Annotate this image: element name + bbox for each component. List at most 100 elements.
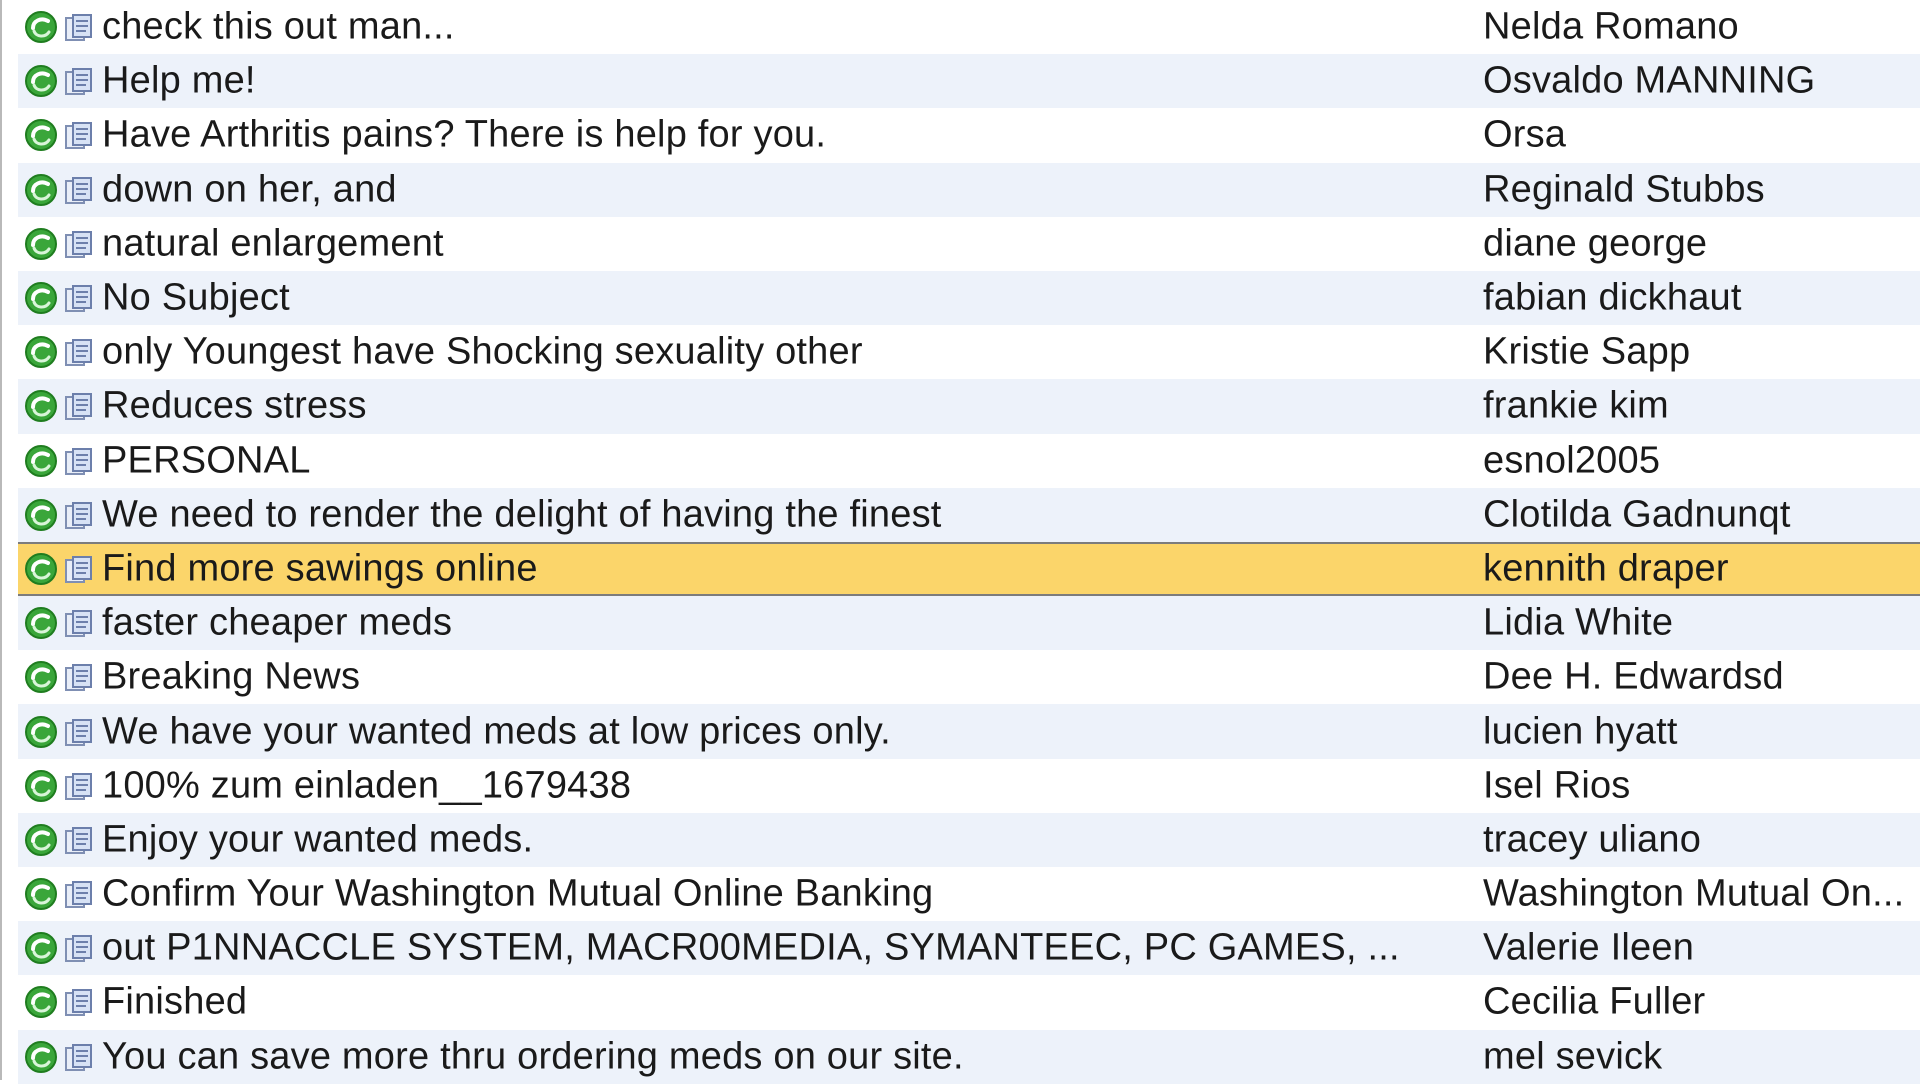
message-row[interactable]: out P1NNACCLE SYSTEM, MACR00MEDIA, SYMAN… [18, 921, 1920, 976]
message-sender: mel sevick [1483, 1035, 1663, 1078]
message-sender: Dee H. Edwardsd [1483, 655, 1784, 698]
message-row[interactable]: Have Arthritis pains? There is help for … [18, 108, 1920, 163]
mail-status-icon [24, 389, 58, 423]
message-row[interactable]: You can save more thru ordering meds on … [18, 1029, 1920, 1084]
document-icon [62, 553, 94, 585]
message-row[interactable]: Finished Cecilia Fuller [18, 975, 1920, 1030]
document-icon [62, 824, 94, 856]
message-subject: check this out man... [102, 5, 455, 48]
mail-status-icon [24, 118, 58, 152]
message-sender: frankie kim [1483, 384, 1669, 427]
document-icon [62, 770, 94, 802]
mail-status-icon [24, 552, 58, 586]
message-row[interactable]: Breaking News Dee H. Edwardsd [18, 650, 1920, 705]
document-icon [62, 1041, 94, 1073]
message-row[interactable]: No Subject fabian dickhaut [18, 270, 1920, 326]
message-subject: faster cheaper meds [102, 601, 453, 644]
document-icon [62, 65, 94, 97]
message-subject: out P1NNACCLE SYSTEM, MACR00MEDIA, SYMAN… [102, 926, 1400, 969]
message-sender: Isel Rios [1483, 764, 1631, 807]
document-icon [62, 986, 94, 1018]
message-subject: Enjoy your wanted meds. [102, 818, 534, 861]
message-row[interactable]: check this out man... Nelda Romano [18, 0, 1920, 55]
document-icon [62, 11, 94, 43]
mail-status-icon [24, 985, 58, 1019]
message-subject: No Subject [102, 276, 290, 319]
document-icon [62, 228, 94, 260]
message-list-pane: check this out man... Nelda Romano Help … [0, 0, 1920, 1084]
document-icon [62, 336, 94, 368]
mail-status-icon [24, 877, 58, 911]
message-subject: We have your wanted meds at low prices o… [102, 710, 891, 753]
document-icon [62, 390, 94, 422]
message-sender: lucien hyatt [1483, 710, 1678, 753]
message-row-selected[interactable]: Find more sawings online kennith draper [18, 541, 1920, 597]
message-sender: diane george [1483, 222, 1708, 265]
mail-status-icon [24, 227, 58, 261]
message-row[interactable]: 100% zum einladen__1679438 Isel Rios [18, 758, 1920, 813]
document-icon [62, 661, 94, 693]
mail-status-icon [24, 823, 58, 857]
document-icon [62, 932, 94, 964]
message-sender: Reginald Stubbs [1483, 168, 1765, 211]
message-subject: Confirm Your Washington Mutual Online Ba… [102, 872, 934, 915]
message-row[interactable]: faster cheaper meds Lidia White [18, 596, 1920, 651]
message-subject: down on her, and [102, 168, 397, 211]
message-list: check this out man... Nelda Romano Help … [18, 0, 1920, 1084]
message-sender: tracey uliano [1483, 818, 1702, 861]
message-subject: Help me! [102, 59, 256, 102]
message-sender: fabian dickhaut [1483, 276, 1742, 319]
mail-status-icon [24, 444, 58, 478]
message-subject: Finished [102, 980, 248, 1023]
document-icon [62, 119, 94, 151]
message-row[interactable]: We have your wanted meds at low prices o… [18, 704, 1920, 759]
message-sender: Valerie Ileen [1483, 926, 1695, 969]
message-sender: Lidia White [1483, 601, 1674, 644]
message-row[interactable]: We need to render the delight of having … [18, 487, 1920, 542]
mail-status-icon [24, 769, 58, 803]
message-row[interactable]: PERSONAL esnol2005 [18, 433, 1920, 488]
message-subject: 100% zum einladen__1679438 [102, 764, 632, 807]
mail-status-icon [24, 660, 58, 694]
mail-status-icon [24, 498, 58, 532]
mail-status-icon [24, 173, 58, 207]
mail-status-icon [24, 64, 58, 98]
message-sender: kennith draper [1483, 547, 1729, 590]
message-sender: Cecilia Fuller [1483, 980, 1706, 1023]
mail-status-icon [24, 715, 58, 749]
message-subject: Breaking News [102, 655, 361, 698]
message-row[interactable]: Confirm Your Washington Mutual Online Ba… [18, 867, 1920, 922]
message-sender: esnol2005 [1483, 439, 1661, 482]
message-subject: PERSONAL [102, 439, 311, 482]
message-subject: natural enlargement [102, 222, 444, 265]
document-icon [62, 499, 94, 531]
message-sender: Clotilda Gadnunqt [1483, 493, 1791, 536]
mail-status-icon [24, 1040, 58, 1074]
message-row[interactable]: Reduces stress frankie kim [18, 379, 1920, 434]
message-row[interactable]: natural enlargement diane george [18, 216, 1920, 271]
mail-status-icon [24, 606, 58, 640]
mail-status-icon [24, 931, 58, 965]
message-subject: Have Arthritis pains? There is help for … [102, 113, 827, 156]
document-icon [62, 607, 94, 639]
message-row[interactable]: Help me! Osvaldo MANNING [18, 54, 1920, 109]
document-icon [62, 445, 94, 477]
message-sender: Orsa [1483, 113, 1567, 156]
message-subject: Reduces stress [102, 384, 367, 427]
document-icon [62, 716, 94, 748]
document-icon [62, 878, 94, 910]
message-sender: Washington Mutual On... [1483, 872, 1905, 915]
message-subject: Find more sawings online [102, 547, 538, 590]
message-subject: We need to render the delight of having … [102, 493, 942, 536]
message-sender: Osvaldo MANNING [1483, 59, 1816, 102]
mail-status-icon [24, 10, 58, 44]
mail-status-icon [24, 335, 58, 369]
message-subject: You can save more thru ordering meds on … [102, 1035, 964, 1078]
message-row[interactable]: only Youngest have Shocking sexuality ot… [18, 325, 1920, 380]
document-icon [62, 174, 94, 206]
document-icon [62, 282, 94, 314]
message-sender: Nelda Romano [1483, 5, 1739, 48]
mail-status-icon [24, 281, 58, 315]
message-row[interactable]: down on her, and Reginald Stubbs [18, 162, 1920, 217]
message-row[interactable]: Enjoy your wanted meds. tracey uliano [18, 812, 1920, 867]
